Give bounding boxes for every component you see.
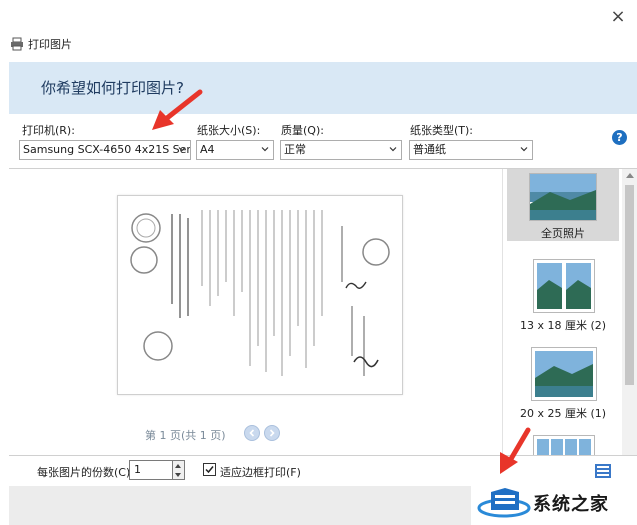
paper-type-select[interactable]: 普通纸 [409,140,533,160]
annotation-arrow-icon [152,89,203,130]
layout-list: 全页照片 13 x 18 厘米 (2) 20 x 25 厘米 (1) [502,169,622,455]
quality-value: 正常 [284,143,306,156]
copies-label: 每张图片的份数(C): [37,466,134,479]
single-thumbnail [531,347,597,401]
landscape-thumbnail [529,173,597,221]
print-settings: 打印机(R): Samsung SCX-4650 4x21S Seri 纸张大小… [0,116,637,168]
help-icon[interactable]: ? [612,130,627,145]
watermark-text: 系统之家 [533,494,609,515]
annotation-arrow-icon [500,427,531,474]
layout-item-13x18[interactable]: 13 x 18 厘米 (2) [507,257,619,333]
close-button[interactable]: × [606,6,630,28]
page-indicator: 第 1 页(共 1 页) [145,429,226,442]
layout-item-20x25[interactable]: 20 x 25 厘米 (1) [507,345,619,421]
copies-stepper[interactable] [173,460,185,480]
paper-size-value: A4 [200,143,215,156]
increment-icon[interactable] [175,464,181,468]
window-title: 打印图片 [28,38,72,51]
two-up-thumbnail [533,259,595,313]
copies-input[interactable]: 1 [129,460,173,480]
paper-size-select[interactable]: A4 [196,140,274,160]
document-image [130,210,390,376]
watermark-logo-icon [477,488,531,518]
printer-select[interactable]: Samsung SCX-4650 4x21S Seri [19,140,191,160]
quality-select[interactable]: 正常 [280,140,402,160]
layout-label: 20 x 25 厘米 (1) [519,407,607,420]
options-icon[interactable] [595,464,611,478]
checkmark-icon [205,466,214,474]
scroll-up-icon[interactable] [626,173,634,178]
title-bar: 打印图片 [0,30,637,58]
print-preview: 第 1 页(共 1 页) [9,169,502,455]
next-page-button[interactable] [264,425,280,441]
chevron-down-icon [261,147,269,152]
layout-scrollbar[interactable] [622,169,637,455]
close-icon: × [610,6,626,27]
scroll-thumb[interactable] [625,185,634,385]
header-band: 你希望如何打印图片? [9,62,637,114]
paper-size-label: 纸张大小(S): [197,124,261,137]
layout-label: 13 x 18 厘米 (2) [519,319,607,332]
printer-value: Samsung SCX-4650 4x21S Seri [23,143,191,156]
prev-page-icon [249,429,255,437]
quality-label: 质量(Q): [281,124,324,137]
printer-icon [11,37,23,51]
prev-page-button[interactable] [244,425,260,441]
fit-to-frame-checkbox[interactable] [203,463,216,476]
next-page-icon [269,429,275,437]
paper-type-label: 纸张类型(T): [410,124,474,137]
layout-label: 全页照片 [541,227,585,240]
paper-type-value: 普通纸 [413,143,446,156]
chevron-down-icon [520,147,528,152]
preview-page [117,195,403,395]
grid-thumbnail [533,435,595,455]
chevron-down-icon [389,147,397,152]
decrement-icon[interactable] [175,473,181,477]
watermark: 系统之家 [471,482,637,525]
fit-to-frame-label[interactable]: 适应边框打印(F) [220,464,301,480]
layout-item-full-page[interactable]: 全页照片 [507,169,619,241]
printer-label: 打印机(R): [22,124,75,137]
chevron-down-icon [178,147,186,152]
